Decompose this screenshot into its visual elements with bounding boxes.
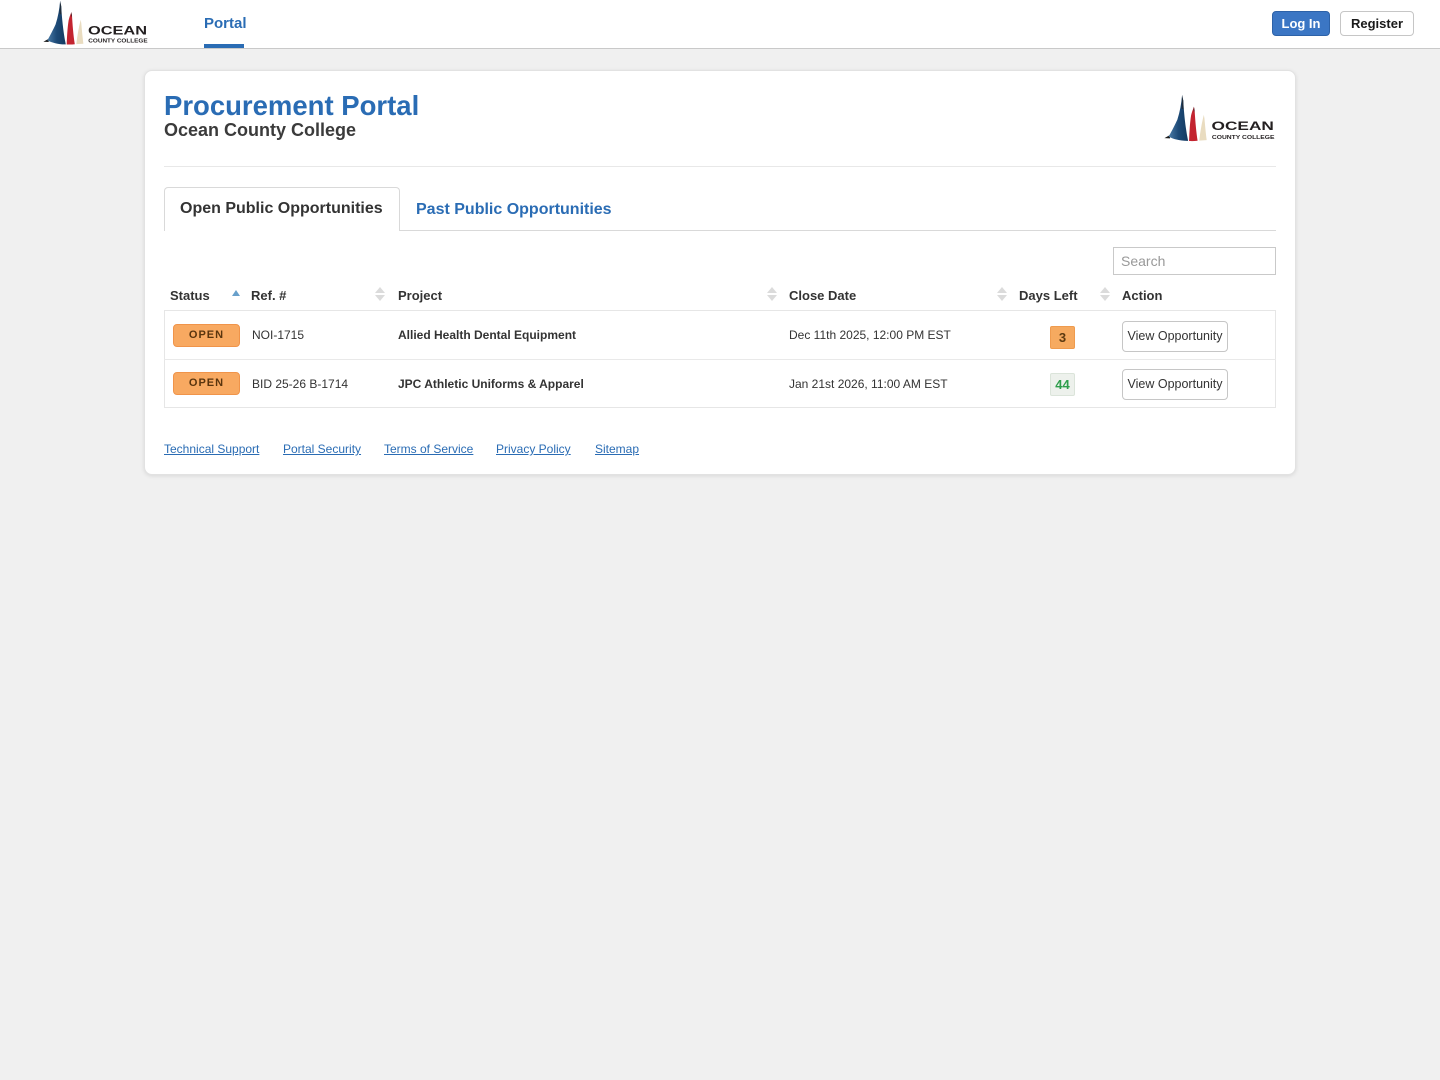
svg-text:COUNTY COLLEGE: COUNTY COLLEGE	[1212, 135, 1275, 141]
svg-text:COUNTY COLLEGE: COUNTY COLLEGE	[88, 39, 148, 45]
svg-text:OCEAN: OCEAN	[88, 24, 147, 37]
svg-text:OCEAN: OCEAN	[1212, 119, 1274, 133]
